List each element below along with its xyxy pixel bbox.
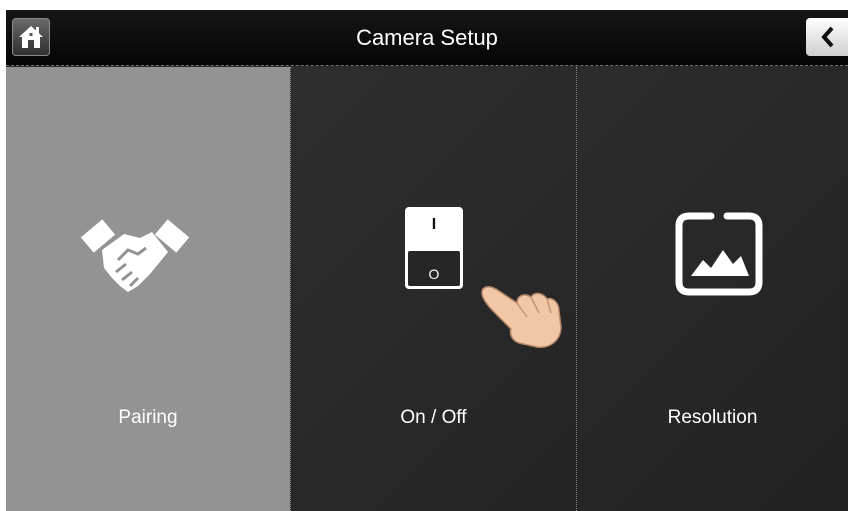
tile-on-off[interactable]: I O On / Off: [290, 67, 576, 511]
back-button[interactable]: [806, 18, 848, 56]
chevron-left-icon: [821, 26, 834, 48]
page-title: Camera Setup: [356, 25, 498, 50]
tile-resolution[interactable]: Resolution: [576, 67, 848, 511]
power-switch-icon: I O: [405, 207, 463, 289]
tile-pairing-label: Pairing: [118, 407, 178, 428]
tile-on-off-label: On / Off: [400, 407, 467, 428]
tile-pairing[interactable]: Pairing: [6, 67, 290, 511]
tile-resolution-label: Resolution: [667, 407, 758, 428]
header-bar: Camera Setup: [6, 10, 848, 66]
pointing-hand-icon: [481, 286, 562, 348]
camera-setup-screen: Camera Setup Pairing I O On / Off Resolu…: [6, 10, 848, 511]
switch-off-mark: O: [429, 266, 440, 282]
image-icon: [675, 212, 763, 296]
handshake-icon: [80, 219, 190, 292]
switch-on-mark: I: [432, 216, 436, 233]
